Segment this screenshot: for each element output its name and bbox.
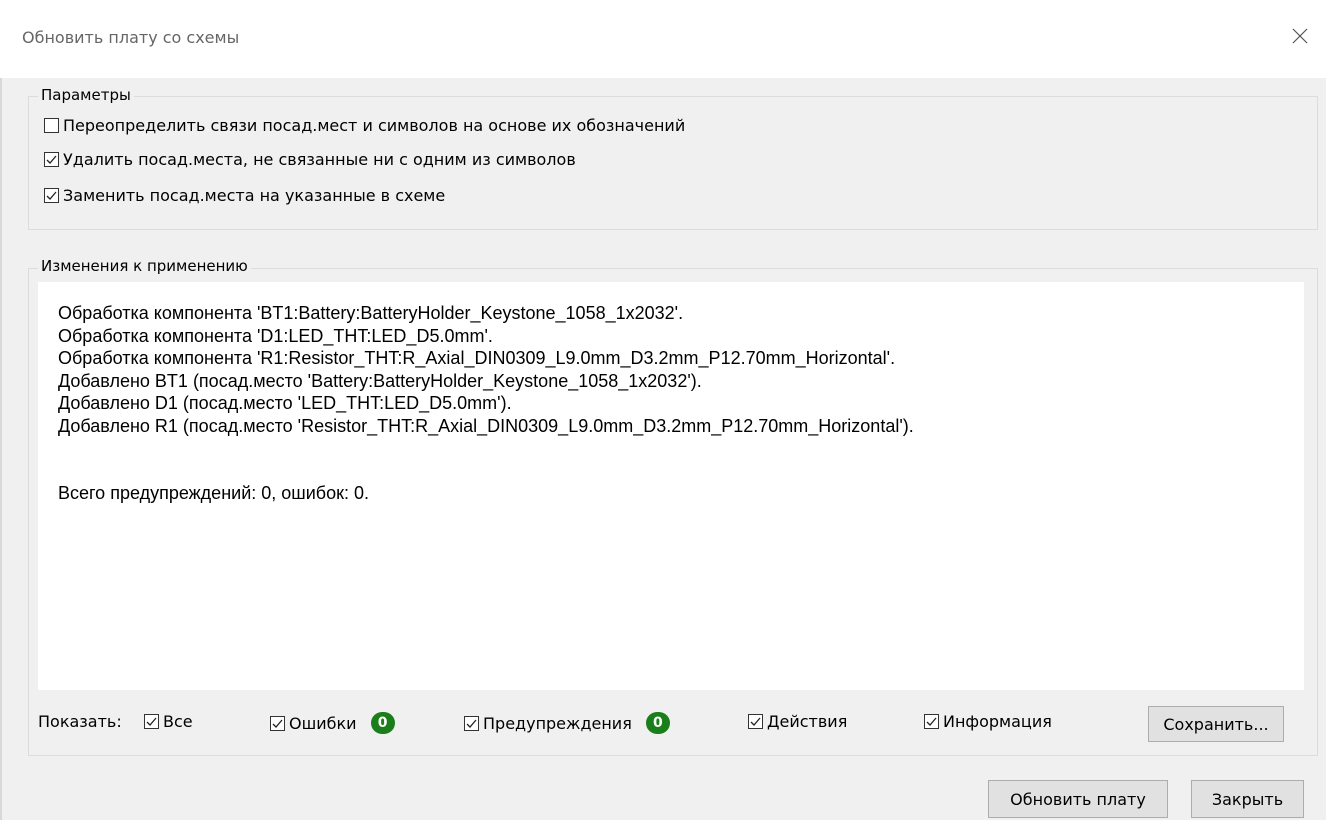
log-line: Обработка компонента 'D1:LED_THT:LED_D5.… xyxy=(58,325,493,346)
changes-group-label: Изменения к применению xyxy=(38,257,251,275)
filter-actions-label: Действия xyxy=(767,712,848,731)
log-line: Добавлено BT1 (посад.место 'Battery:Batt… xyxy=(58,370,702,391)
log-line: Обработка компонента 'BT1:Battery:Batter… xyxy=(58,303,684,323)
checkbox-checked-icon[interactable] xyxy=(748,714,763,729)
save-button[interactable]: Сохранить... xyxy=(1148,706,1284,742)
show-label: Показать: xyxy=(38,712,122,731)
option-relink-footprints[interactable]: Переопределить связи посад.мест и символ… xyxy=(44,116,685,135)
checkbox-checked-icon[interactable] xyxy=(44,188,59,203)
filter-all[interactable]: Все xyxy=(144,712,193,731)
update-pcb-dialog: Обновить плату со схемы Параметры Переоп… xyxy=(0,0,1326,820)
option-replace-footprints[interactable]: Заменить посад.места на указанные в схем… xyxy=(44,186,445,205)
filter-errors-label: Ошибки xyxy=(289,713,357,733)
log-line: Добавлено D1 (посад.место 'LED_THT:LED_D… xyxy=(58,393,512,413)
update-pcb-button[interactable]: Обновить плату xyxy=(988,780,1168,818)
filter-actions[interactable]: Действия xyxy=(748,712,847,731)
option-label: Переопределить связи посад.мест и символ… xyxy=(63,116,686,135)
changes-log[interactable]: Обработка компонента 'BT1:Battery:Batter… xyxy=(38,282,1304,690)
parameters-group-label: Параметры xyxy=(38,86,134,104)
title-bar: Обновить плату со схемы xyxy=(0,0,1326,78)
filter-warnings-label: Предупреждения xyxy=(483,713,632,733)
option-delete-extra-footprints[interactable]: Удалить посад.места, не связанные ни с о… xyxy=(44,150,576,169)
show-label-item: Показать: xyxy=(38,712,122,731)
filter-warnings[interactable]: Предупреждения 0 xyxy=(464,712,670,734)
log-line: Добавлено R1 (посад.место 'Resistor_THT:… xyxy=(58,415,914,436)
window-title: Обновить плату со схемы xyxy=(22,28,240,47)
filter-errors[interactable]: Ошибки 0 xyxy=(270,712,395,734)
filter-info[interactable]: Информация xyxy=(924,712,1052,731)
filter-bar: Показать: Все Ошибки 0 Предупреждения 0 xyxy=(38,706,1308,740)
checkbox-checked-icon[interactable] xyxy=(464,715,479,731)
checkbox-checked-icon[interactable] xyxy=(924,714,939,729)
checkbox-checked-icon[interactable] xyxy=(144,714,159,729)
option-label: Удалить посад.места, не связанные ни с о… xyxy=(63,150,576,169)
option-label: Заменить посад.места на указанные в схем… xyxy=(63,186,446,205)
window-left-border xyxy=(0,78,2,820)
warnings-count-badge: 0 xyxy=(645,712,670,734)
log-summary: Всего предупреждений: 0, ошибок: 0. xyxy=(58,483,369,503)
log-line: Обработка компонента 'R1:Resistor_THT:R_… xyxy=(58,348,896,368)
close-icon[interactable] xyxy=(1282,18,1318,54)
filter-info-label: Информация xyxy=(943,712,1052,731)
close-button[interactable]: Закрыть xyxy=(1191,780,1304,818)
checkbox-checked-icon[interactable] xyxy=(270,715,285,731)
checkbox-checked-icon[interactable] xyxy=(44,152,59,167)
errors-count-badge: 0 xyxy=(370,712,395,734)
filter-all-label: Все xyxy=(163,712,193,731)
checkbox-unchecked-icon[interactable] xyxy=(44,118,59,133)
